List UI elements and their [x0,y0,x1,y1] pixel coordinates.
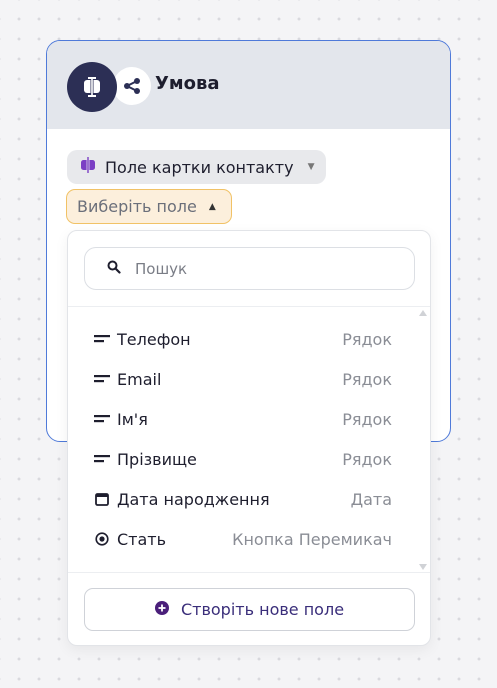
item-label: Дата народження [117,489,270,509]
item-type: Рядок [342,369,392,389]
node-title: Умова [155,73,220,94]
item-type: Кнопка Перемикач [232,529,392,549]
item-label: Телефон [117,329,191,349]
contact-card-icon [79,156,97,178]
plus-circle-icon [154,600,169,619]
text-lines-icon [94,371,110,387]
scroll-up-icon[interactable] [419,310,427,316]
field-select-label: Виберіть поле [77,197,197,216]
list-item[interactable]: Дата народження Дата [68,479,430,519]
field-source-label: Поле картки контакту [105,157,294,177]
caret-up-icon: ▲ [208,201,216,212]
item-label: Стать [117,529,167,549]
search-placeholder: Пошук [135,259,188,278]
list-item[interactable]: Ім'я Рядок [68,399,430,439]
scroll-down-icon[interactable] [419,564,427,570]
node-header: Умова [47,41,450,129]
divider [68,306,430,307]
list-item[interactable]: Прізвище Рядок [68,439,430,479]
text-cursor-icon [67,62,117,112]
item-type: Рядок [342,329,392,349]
item-label: Email [117,369,162,389]
list-item[interactable]: Email Рядок [68,359,430,399]
text-lines-icon [94,411,110,427]
create-field-label: Створіть нове поле [180,600,345,619]
item-type: Дата [350,489,392,509]
list-item[interactable]: Телефон Рядок [68,319,430,359]
field-dropdown: Пошук Телефон Рядок Email Рядок Ім'я Ряд… [67,230,431,646]
calendar-icon [94,491,110,507]
divider [68,572,430,573]
list-item[interactable]: Стать Кнопка Перемикач [68,519,430,559]
search-icon [107,260,121,278]
create-field-button[interactable]: Створіть нове поле [84,588,415,631]
item-label: Прізвище [117,449,197,469]
radio-icon [94,531,110,547]
item-type: Рядок [342,449,392,469]
field-list: Телефон Рядок Email Рядок Ім'я Рядок Прі… [68,319,430,559]
caret-down-icon: ▼ [307,162,315,172]
item-type: Рядок [342,409,392,429]
search-input[interactable]: Пошук [84,247,415,290]
text-lines-icon [94,331,110,347]
item-label: Ім'я [117,409,148,429]
share-icon [113,67,151,105]
text-lines-icon [94,451,110,467]
field-select-button[interactable]: Виберіть поле ▲ [66,189,232,224]
field-source-select[interactable]: Поле картки контакту ▼ [67,150,327,184]
